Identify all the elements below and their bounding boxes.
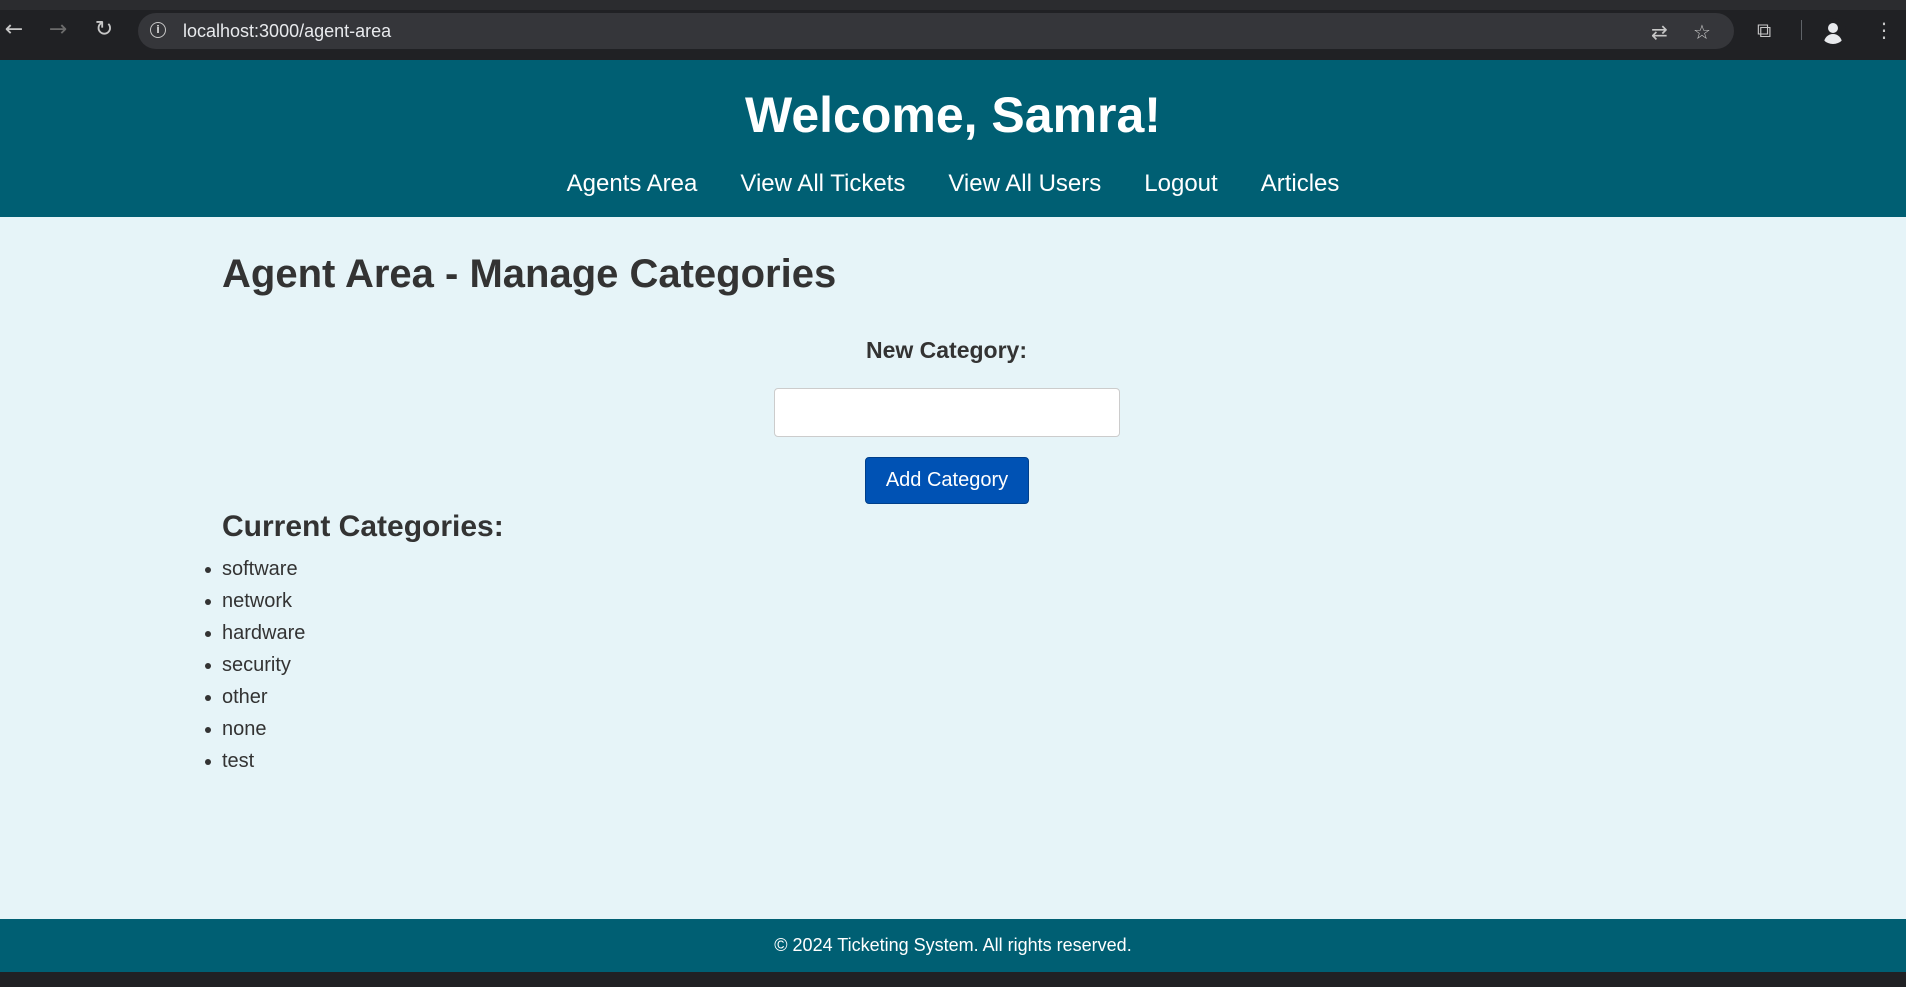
os-taskbar (0, 972, 1906, 987)
list-item: test (204, 745, 305, 777)
list-item: security (204, 649, 305, 681)
nav-agents-area[interactable]: Agents Area (567, 170, 698, 198)
add-category-button[interactable]: Add Category (865, 457, 1029, 504)
welcome-heading: Welcome, Samra! (745, 87, 1161, 143)
address-bar[interactable]: i localhost:3000/agent-area ⇄ ☆ (138, 13, 1734, 49)
main-nav: Agents Area View All Tickets View All Us… (0, 170, 1906, 198)
nav-articles[interactable]: Articles (1261, 170, 1340, 198)
tab-strip (0, 0, 1906, 10)
nav-logout[interactable]: Logout (1144, 170, 1217, 198)
footer-copyright: © 2024 Ticketing System. All rights rese… (774, 935, 1132, 955)
new-category-label: New Category: (865, 337, 1028, 363)
kebab-menu-icon[interactable]: ⋮ (1874, 18, 1894, 42)
browser-toolbar: ← → ↻ i localhost:3000/agent-area ⇄ ☆ ⧉ … (0, 0, 1906, 60)
list-item: other (204, 681, 305, 713)
list-item: none (204, 713, 305, 745)
reload-icon[interactable]: ↻ (90, 16, 118, 44)
info-icon[interactable]: i (150, 22, 166, 38)
category-list: software network hardware security other… (204, 553, 305, 777)
list-item: network (204, 585, 305, 617)
nav-view-all-users[interactable]: View All Users (948, 170, 1101, 198)
toolbar-divider (1801, 20, 1802, 40)
translate-icon[interactable]: ⇄ (1651, 22, 1668, 42)
forward-arrow-icon[interactable]: → (44, 16, 72, 44)
list-item: software (204, 553, 305, 585)
main-content: Agent Area - Manage Categories New Categ… (0, 217, 1906, 919)
back-arrow-icon[interactable]: ← (0, 16, 28, 44)
star-icon[interactable]: ☆ (1693, 22, 1711, 42)
site-header: Welcome, Samra! Agents Area View All Tic… (0, 60, 1906, 217)
list-item: hardware (204, 617, 305, 649)
site-footer: © 2024 Ticketing System. All rights rese… (0, 919, 1906, 972)
address-url[interactable]: localhost:3000/agent-area (183, 21, 391, 42)
profile-icon[interactable] (1820, 18, 1846, 44)
puzzle-icon[interactable]: ⧉ (1757, 18, 1771, 42)
page-title: Agent Area - Manage Categories (222, 252, 837, 296)
current-categories-heading: Current Categories: (222, 510, 504, 543)
nav-view-all-tickets[interactable]: View All Tickets (740, 170, 905, 198)
new-category-input[interactable] (774, 388, 1120, 437)
